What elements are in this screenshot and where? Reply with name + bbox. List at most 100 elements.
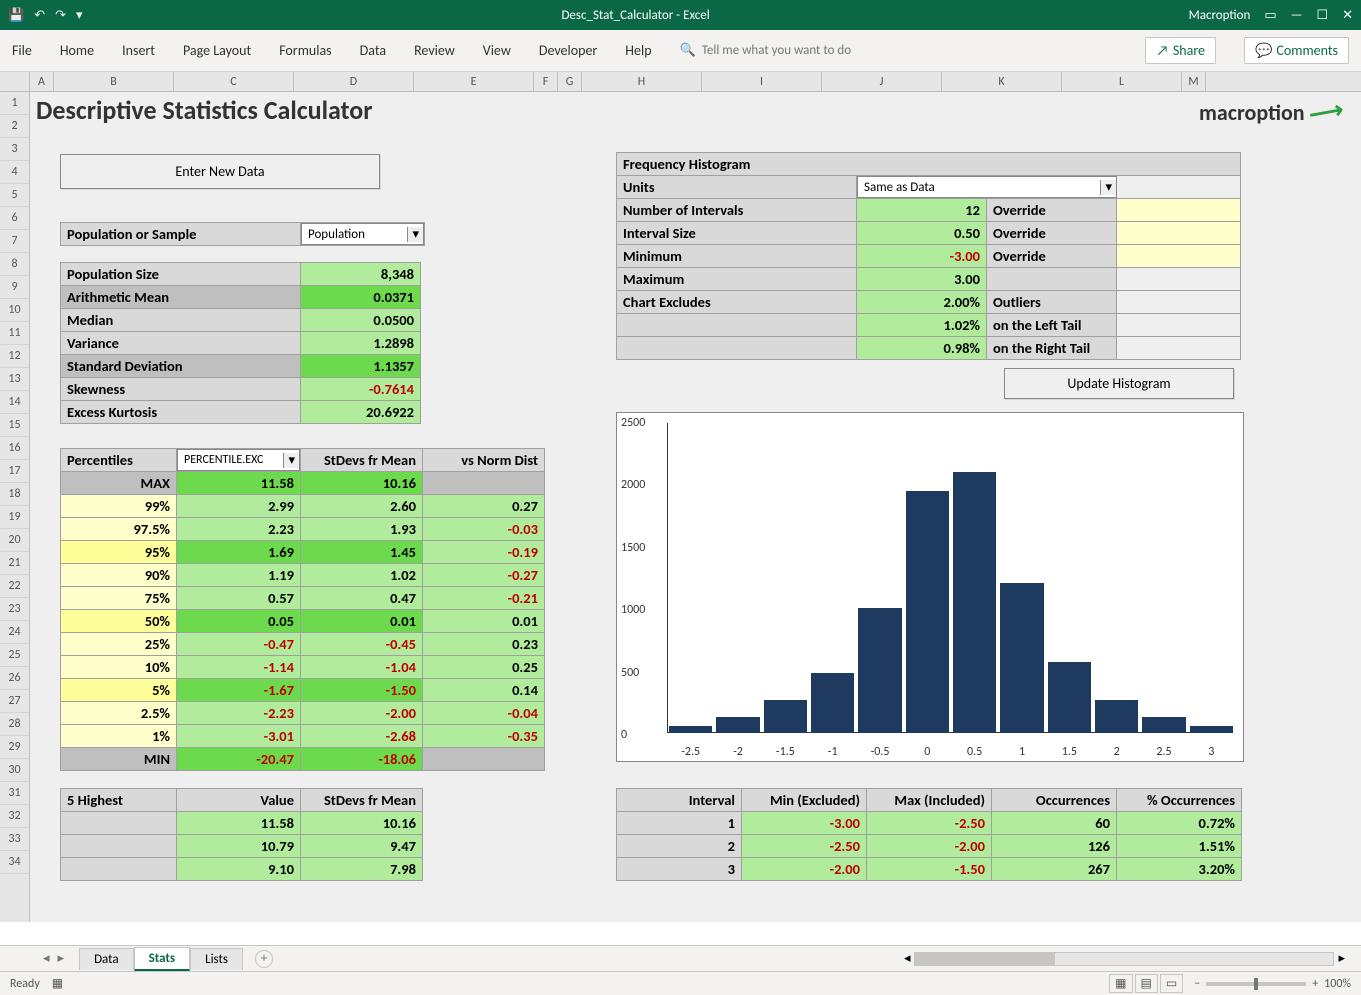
minimize-icon[interactable]: — [1291,8,1303,23]
tab-insert[interactable]: Insert [122,42,155,59]
chevron-down-icon[interactable]: ▾ [1100,180,1116,195]
row-header[interactable]: 33 [0,828,29,851]
tab-developer[interactable]: Developer [539,42,597,59]
row-header[interactable]: 7 [0,230,29,253]
share-button[interactable]: ↗Share [1145,37,1216,64]
enter-new-data-button[interactable]: Enter New Data [60,154,380,189]
histogram-settings-table: Frequency HistogramUnits Same as Data▾Nu… [616,152,1241,360]
override-input[interactable] [1117,199,1241,222]
col-header[interactable]: L [1062,72,1182,91]
col-header[interactable]: D [294,72,414,91]
row-header[interactable]: 34 [0,851,29,874]
new-sheet-button[interactable]: + [255,950,273,968]
tab-page-layout[interactable]: Page Layout [183,42,251,59]
user-label[interactable]: Macroption [1189,8,1251,23]
save-icon[interactable]: 💾 [8,8,24,23]
col-header[interactable]: C [174,72,294,91]
percentile-method-dropdown[interactable]: PERCENTILE.EXC▾ [177,449,300,471]
row-header[interactable]: 16 [0,437,29,460]
row-header[interactable]: 31 [0,782,29,805]
col-header[interactable]: A [30,72,54,91]
zoom-in-icon[interactable]: + [1312,977,1318,991]
select-all-triangle[interactable] [0,72,30,91]
row-header[interactable]: 2 [0,115,29,138]
tab-home[interactable]: Home [60,42,94,59]
col-header[interactable]: E [414,72,534,91]
sheet-tab-stats[interactable]: Stats [134,947,191,971]
row-header[interactable]: 21 [0,552,29,575]
row-header[interactable]: 12 [0,345,29,368]
tab-view[interactable]: View [483,42,511,59]
row-header[interactable]: 32 [0,805,29,828]
col-header[interactable]: H [582,72,702,91]
tab-nav-last-icon[interactable]: ▸ [55,951,68,966]
view-page-layout-icon[interactable]: ▤ [1135,974,1158,993]
maximize-icon[interactable]: ☐ [1316,8,1328,23]
tab-nav-first-icon[interactable]: ◂ [40,951,53,966]
macro-recorder-icon[interactable]: ▦ [52,976,63,991]
override-input[interactable] [1117,222,1241,245]
tab-formulas[interactable]: Formulas [279,42,331,59]
row-header[interactable]: 3 [0,138,29,161]
row-header[interactable]: 5 [0,184,29,207]
qat-dropdown-icon[interactable]: ▾ [76,8,83,23]
chevron-down-icon[interactable]: ▾ [407,227,423,242]
col-header[interactable]: J [822,72,942,91]
update-histogram-button[interactable]: Update Histogram [1004,368,1234,399]
col-header[interactable]: I [702,72,822,91]
zoom-level[interactable]: 100% [1324,977,1351,991]
tab-file[interactable]: File [12,42,32,59]
chevron-down-icon[interactable]: ▾ [283,453,299,468]
view-normal-icon[interactable]: ▦ [1109,974,1132,993]
row-header[interactable]: 4 [0,161,29,184]
tab-review[interactable]: Review [414,42,455,59]
col-header[interactable]: F [534,72,558,91]
row-header[interactable]: 29 [0,736,29,759]
redo-icon[interactable]: ↷ [55,8,66,23]
units-dropdown[interactable]: Same as Data▾ [857,176,1117,198]
col-header[interactable]: G [558,72,582,91]
row-header[interactable]: 14 [0,391,29,414]
zoom-slider[interactable] [1206,982,1306,986]
scroll-right-icon[interactable]: ▸ [1338,951,1345,966]
row-header[interactable]: 28 [0,713,29,736]
override-input[interactable] [1117,245,1241,268]
pop-sample-dropdown[interactable]: Population ▾ [301,223,424,245]
row-header[interactable]: 30 [0,759,29,782]
row-header[interactable]: 22 [0,575,29,598]
scroll-left-icon[interactable]: ◂ [904,951,911,966]
row-header[interactable]: 18 [0,483,29,506]
row-header[interactable]: 26 [0,667,29,690]
row-header[interactable]: 8 [0,253,29,276]
row-header[interactable]: 9 [0,276,29,299]
ribbon-display-icon[interactable]: ▭ [1264,8,1276,23]
tab-data[interactable]: Data [360,42,386,59]
row-header[interactable]: 6 [0,207,29,230]
row-header[interactable]: 27 [0,690,29,713]
row-header[interactable]: 10 [0,299,29,322]
horizontal-scrollbar[interactable]: ◂ ▸ [904,951,1361,966]
col-header[interactable]: K [942,72,1062,91]
comments-button[interactable]: 💬Comments [1244,37,1349,64]
close-icon[interactable]: ✕ [1342,8,1353,23]
row-header[interactable]: 11 [0,322,29,345]
sheet-content[interactable]: Descriptive Statistics Calculator macrop… [30,92,1361,922]
row-header[interactable]: 13 [0,368,29,391]
tab-help[interactable]: Help [625,42,651,59]
row-header[interactable]: 23 [0,598,29,621]
sheet-tab-data[interactable]: Data [79,948,134,970]
row-header[interactable]: 20 [0,529,29,552]
col-header[interactable]: M [1182,72,1206,91]
row-header[interactable]: 24 [0,621,29,644]
search-box[interactable]: 🔍 Tell me what you want to do [680,43,852,58]
row-header[interactable]: 25 [0,644,29,667]
row-header[interactable]: 1 [0,92,29,115]
row-header[interactable]: 15 [0,414,29,437]
row-header[interactable]: 17 [0,460,29,483]
row-header[interactable]: 19 [0,506,29,529]
sheet-tab-lists[interactable]: Lists [190,948,243,970]
col-header[interactable]: B [54,72,174,91]
view-page-break-icon[interactable]: ▭ [1160,974,1183,993]
undo-icon[interactable]: ↶ [34,8,45,23]
zoom-out-icon[interactable]: − [1194,977,1200,991]
